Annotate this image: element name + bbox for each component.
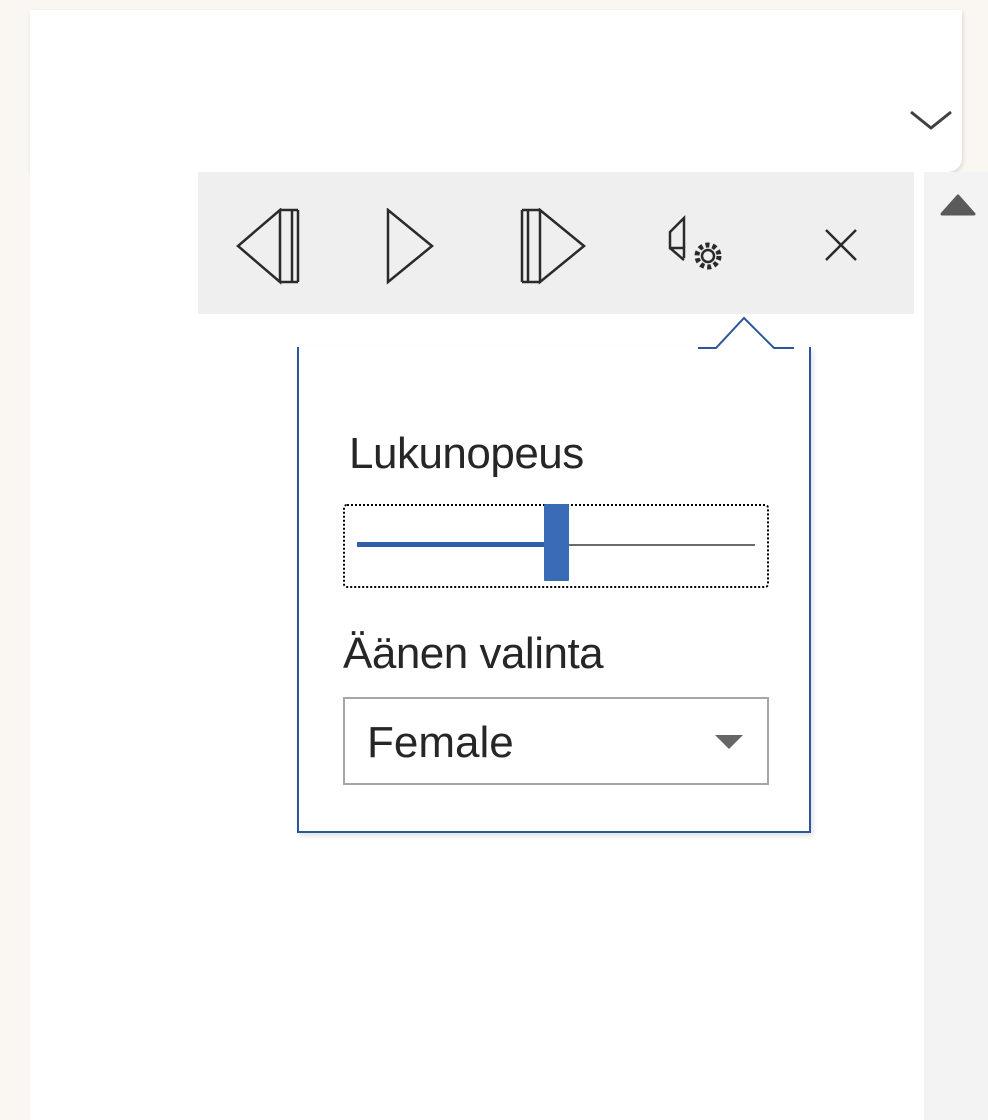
next-button[interactable] bbox=[516, 208, 596, 285]
slider-thumb[interactable] bbox=[543, 504, 569, 581]
close-button[interactable] bbox=[810, 208, 890, 278]
ribbon-panel bbox=[30, 10, 962, 172]
ribbon-collapse-button[interactable] bbox=[906, 106, 956, 146]
arrow-up-icon bbox=[940, 194, 976, 216]
reading-speed-label: Lukunopeus bbox=[349, 429, 584, 478]
next-paragraph-icon bbox=[520, 208, 586, 285]
previous-button[interactable] bbox=[234, 208, 314, 285]
voice-selection-label: Äänen valinta bbox=[343, 629, 604, 678]
reading-speed-slider[interactable] bbox=[343, 504, 769, 588]
slider-track bbox=[357, 504, 755, 581]
voice-settings-icon bbox=[668, 214, 722, 270]
vertical-scrollbar[interactable] bbox=[924, 172, 988, 1120]
play-icon bbox=[386, 208, 434, 285]
slider-fill bbox=[357, 542, 556, 547]
voice-settings-button[interactable] bbox=[664, 208, 744, 278]
popup-pointer bbox=[698, 316, 794, 352]
chevron-down-icon bbox=[910, 110, 952, 130]
previous-paragraph-icon bbox=[236, 208, 300, 285]
voice-settings-popup: Lukunopeus Äänen valinta Female bbox=[297, 347, 811, 833]
read-aloud-toolbar bbox=[198, 172, 914, 314]
dropdown-arrow-icon bbox=[715, 735, 743, 749]
voice-select[interactable]: Female bbox=[343, 697, 769, 785]
play-button[interactable] bbox=[378, 208, 458, 285]
scroll-up-button[interactable] bbox=[940, 186, 976, 222]
voice-select-value: Female bbox=[367, 718, 514, 767]
close-icon bbox=[825, 229, 857, 261]
